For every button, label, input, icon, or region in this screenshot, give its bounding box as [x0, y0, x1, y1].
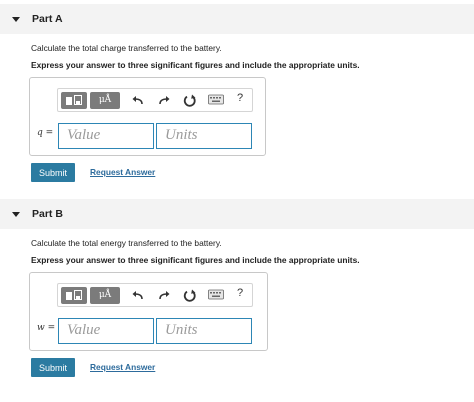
units-button[interactable]: μÅ: [90, 92, 120, 109]
help-icon[interactable]: ?: [237, 287, 243, 299]
part-b-question: Calculate the total energy transferred t…: [31, 238, 222, 248]
collapse-caret-icon[interactable]: [12, 16, 20, 22]
part-a-answer-box: μÅ ? q = Value Units: [29, 77, 266, 156]
request-answer-link[interactable]: Request Answer: [90, 167, 155, 177]
units-button[interactable]: μÅ: [90, 287, 120, 304]
part-a-title: Part A: [32, 13, 63, 25]
undo-icon[interactable]: [130, 288, 146, 304]
part-b-title: Part B: [32, 208, 63, 220]
part-b-answer-box: μÅ ? w = Value Units: [29, 272, 268, 351]
part-b-instruction: Express your answer to three significant…: [31, 255, 360, 265]
reset-icon[interactable]: [182, 288, 198, 304]
part-b-toolbar: μÅ ?: [57, 283, 253, 307]
keyboard-icon[interactable]: [208, 94, 224, 106]
keyboard-icon[interactable]: [208, 289, 224, 301]
collapse-caret-icon[interactable]: [12, 211, 20, 217]
part-b-header[interactable]: Part B: [0, 199, 474, 229]
help-icon[interactable]: ?: [237, 92, 243, 104]
part-a-instruction: Express your answer to three significant…: [31, 60, 360, 70]
variable-label-q: q =: [37, 128, 54, 138]
redo-icon[interactable]: [156, 288, 172, 304]
variable-label-w: w =: [37, 323, 56, 333]
redo-icon[interactable]: [156, 93, 172, 109]
submit-button[interactable]: Submit: [31, 163, 75, 182]
value-input[interactable]: Value: [58, 318, 154, 344]
part-a-header[interactable]: Part A: [0, 4, 474, 34]
templates-icon[interactable]: [61, 92, 87, 109]
request-answer-link[interactable]: Request Answer: [90, 362, 155, 372]
templates-icon[interactable]: [61, 287, 87, 304]
part-a-question: Calculate the total charge transferred t…: [31, 43, 222, 53]
reset-icon[interactable]: [182, 93, 198, 109]
part-a-toolbar: μÅ ?: [57, 88, 253, 112]
value-input[interactable]: Value: [58, 123, 154, 149]
units-input[interactable]: Units: [156, 123, 252, 149]
submit-button[interactable]: Submit: [31, 358, 75, 377]
units-input[interactable]: Units: [156, 318, 252, 344]
undo-icon[interactable]: [130, 93, 146, 109]
